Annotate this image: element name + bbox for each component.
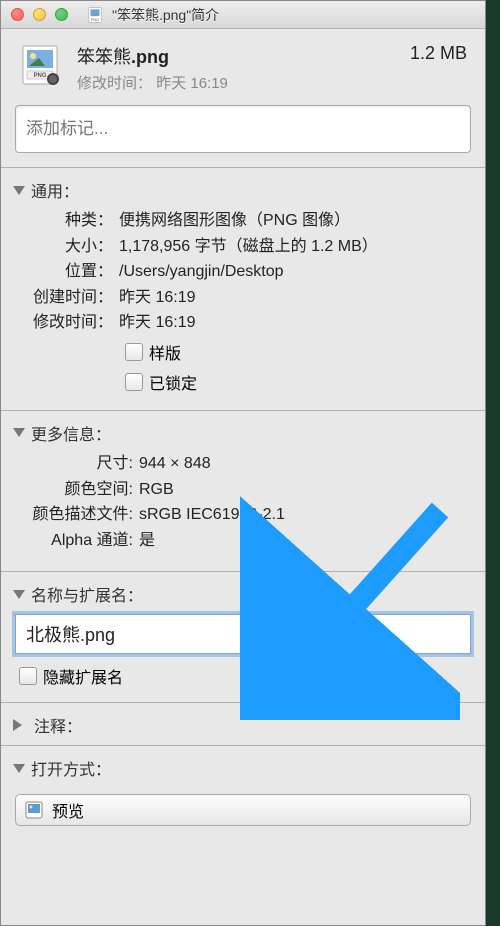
size-label: 大小： [19,236,119,258]
section-more-info: 更多信息： 尺寸:944 × 848 颜色空间:RGB 颜色描述文件:sRGB … [1,410,485,571]
traffic-lights [11,8,68,21]
file-size: 1.2 MB [410,43,467,64]
profile-value: sRGB IEC61966-2.1 [139,504,467,526]
section-open-with: 打开方式： 预览 [1,745,485,840]
name-extension-input[interactable] [15,614,471,654]
svg-text:PNG: PNG [33,73,46,79]
chevron-down-icon [13,186,25,195]
chevron-down-icon [13,590,25,599]
alpha-label: Alpha 通道: [19,530,139,552]
stationery-checkbox[interactable] [125,343,143,361]
preview-app-icon [24,800,44,820]
titlebar[interactable]: PNG "笨笨熊.png"简介 [1,1,485,29]
section-header-open-with[interactable]: 打开方式： [1,746,485,788]
section-header-name-ext[interactable]: 名称与扩展名： [1,572,485,614]
section-comments: 注释： [1,702,485,745]
open-with-select[interactable]: 预览 [15,794,471,826]
filename-base: 笨笨熊 [77,47,131,67]
tags-input[interactable] [15,105,471,153]
where-value: /Users/yangjin/Desktop [119,261,467,283]
minimize-button[interactable] [33,8,46,21]
section-title: 名称与扩展名： [31,582,143,606]
title-file-icon: PNG [86,6,104,24]
created-label: 创建时间： [19,287,119,309]
zoom-button[interactable] [55,8,68,21]
svg-text:PNG: PNG [91,17,100,22]
section-general: 通用： 种类：便携网络图形图像（PNG 图像） 大小：1,178,956 字节（… [1,167,485,410]
info-window: PNG "笨笨熊.png"简介 PNG 笨笨熊.png 修改时间： 昨天 16:… [0,0,486,926]
hide-extension-label: 隐藏扩展名 [43,664,123,688]
modified-label: 修改时间： [19,312,119,334]
kind-value: 便携网络图形图像（PNG 图像） [119,210,467,232]
section-name-extension: 名称与扩展名： 隐藏扩展名 [1,571,485,702]
colorspace-value: RGB [139,479,467,501]
alpha-value: 是 [139,530,467,552]
dimensions-value: 944 × 848 [139,453,467,475]
section-title: 更多信息： [31,421,111,445]
where-label: 位置： [19,261,119,283]
section-header-comments[interactable]: 注释： [1,703,485,745]
filename: 笨笨熊.png [77,43,410,69]
chevron-down-icon [13,428,25,437]
window-title: "笨笨熊.png"简介 [112,5,219,25]
chevron-down-icon [13,764,25,773]
open-with-app-name: 预览 [52,798,84,822]
section-header-general[interactable]: 通用： [1,168,485,210]
profile-label: 颜色描述文件: [19,504,139,526]
modified-value: 昨天 16:19 [119,312,467,334]
section-title: 注释： [34,713,82,737]
locked-checkbox[interactable] [125,373,143,391]
chevron-right-icon [13,719,28,731]
section-header-more-info[interactable]: 更多信息： [1,411,485,453]
colorspace-label: 颜色空间: [19,479,139,501]
section-title: 打开方式： [31,756,111,780]
size-value: 1,178,956 字节（磁盘上的 1.2 MB） [119,236,467,258]
dimensions-label: 尺寸: [19,453,139,475]
locked-label: 已锁定 [149,370,197,394]
created-value: 昨天 16:19 [119,287,467,309]
section-title: 通用： [31,178,79,202]
hide-extension-checkbox[interactable] [19,667,37,685]
kind-label: 种类： [19,210,119,232]
close-button[interactable] [11,8,24,21]
file-icon-large: PNG [19,43,63,87]
file-header: PNG 笨笨熊.png 修改时间： 昨天 16:19 1.2 MB [1,29,485,105]
filename-ext: .png [131,47,169,67]
modified-time: 修改时间： 昨天 16:19 [77,72,410,93]
stationery-label: 样版 [149,340,181,364]
